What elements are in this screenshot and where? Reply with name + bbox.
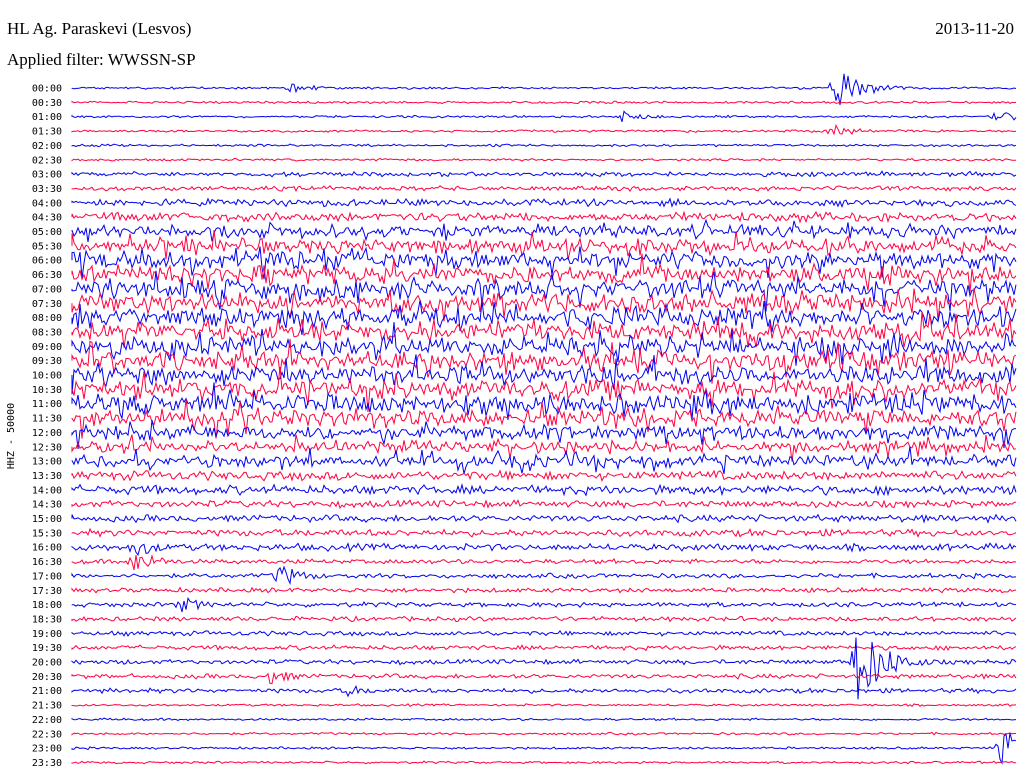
time-tick-label: 12:00 (32, 428, 62, 439)
time-tick-label: 17:00 (32, 571, 62, 582)
time-tick-label: 16:30 (32, 557, 62, 568)
time-tick-label: 17:30 (32, 586, 62, 597)
time-tick-label: 11:30 (32, 414, 62, 425)
trace-line (71, 685, 1017, 698)
trace-line (71, 513, 1017, 524)
time-tick-label: 05:00 (32, 227, 62, 238)
trace-line (71, 482, 1017, 497)
trace-line (71, 596, 1017, 613)
trace-line (71, 630, 1017, 637)
trace-line (71, 197, 1017, 209)
time-tick-label: 10:00 (32, 371, 62, 382)
time-tick-label: 08:30 (32, 327, 62, 338)
trace-line (71, 731, 1016, 736)
time-tick-label: 01:00 (32, 112, 62, 123)
time-tick-label: 19:30 (32, 643, 62, 654)
trace-line (71, 157, 1016, 162)
time-tick-label: 16:00 (32, 543, 62, 554)
helicorder-plot: 00:00 00:30 01:00 01:30 02:00 02:30 03:00 03:30… (32, 73, 1017, 769)
time-tick-label: 03:00 (32, 170, 62, 181)
trace-line (71, 644, 1017, 652)
trace-line (71, 230, 1017, 260)
time-tick-label: 20:30 (32, 672, 62, 683)
trace-line (71, 110, 1017, 122)
time-tick-label: 09:00 (32, 342, 62, 353)
trace-line (71, 185, 1017, 193)
time-tick-label: 08:00 (32, 313, 62, 324)
trace-line (71, 527, 1017, 538)
time-tick-label: 03:30 (32, 184, 62, 195)
trace-line (71, 143, 1017, 148)
trace-line (71, 469, 1017, 483)
time-tick-label: 00:30 (32, 98, 62, 109)
time-tick-label: 21:30 (32, 701, 62, 712)
trace-line (71, 565, 1017, 585)
time-tick-label: 06:00 (32, 256, 62, 267)
time-tick-label: 00:00 (32, 84, 62, 95)
trace-line (71, 615, 1017, 623)
time-tick-label: 22:00 (32, 715, 62, 726)
time-tick-label: 02:30 (32, 155, 62, 166)
trace-line (71, 717, 1017, 722)
time-tick-label: 13:30 (32, 471, 62, 482)
time-tick-label: 22:30 (32, 729, 62, 740)
trace-line (71, 123, 1017, 136)
time-tick-label: 07:30 (32, 299, 62, 310)
trace-line (71, 170, 1017, 178)
trace-line (71, 554, 1017, 571)
trace-line (71, 671, 1017, 685)
time-tick-label: 04:30 (32, 213, 62, 224)
time-tick-label: 01:30 (32, 127, 62, 138)
time-tick-label: 07:00 (32, 284, 62, 295)
time-tick-labels: 00:00 00:30 01:00 01:30 02:00 02:30 03:00 03:30… (32, 84, 62, 769)
trace-line (71, 100, 1017, 105)
trace-line (71, 446, 1017, 475)
time-tick-label: 10:30 (32, 385, 62, 396)
trace-group (71, 73, 1017, 765)
time-tick-label: 15:30 (32, 528, 62, 539)
trace-line (71, 542, 1017, 557)
trace-line (71, 499, 1017, 510)
trace-line (71, 73, 1017, 105)
trace-line (71, 732, 1017, 765)
time-tick-label: 23:30 (32, 758, 62, 769)
time-tick-label: 09:30 (32, 356, 62, 367)
time-tick-label: 05:30 (32, 241, 62, 252)
trace-line (71, 586, 1017, 594)
time-tick-label: 19:00 (32, 629, 62, 640)
time-tick-label: 15:00 (32, 514, 62, 525)
time-tick-label: 02:00 (32, 141, 62, 152)
time-tick-label: 11:00 (32, 399, 62, 410)
trace-line (71, 210, 1017, 224)
time-tick-label: 21:00 (32, 686, 62, 697)
time-tick-label: 13:00 (32, 457, 62, 468)
trace-line (71, 703, 1017, 708)
time-tick-label: 18:00 (32, 600, 62, 611)
time-tick-label: 23:00 (32, 744, 62, 755)
time-tick-label: 12:30 (32, 442, 62, 453)
trace-line (71, 760, 1017, 765)
time-tick-label: 14:00 (32, 485, 62, 496)
time-tick-label: 18:30 (32, 614, 62, 625)
time-tick-label: 04:00 (32, 198, 62, 209)
time-tick-label: 14:30 (32, 500, 62, 511)
trace-line (71, 419, 1017, 450)
time-tick-label: 20:00 (32, 658, 62, 669)
time-tick-label: 06:30 (32, 270, 62, 281)
